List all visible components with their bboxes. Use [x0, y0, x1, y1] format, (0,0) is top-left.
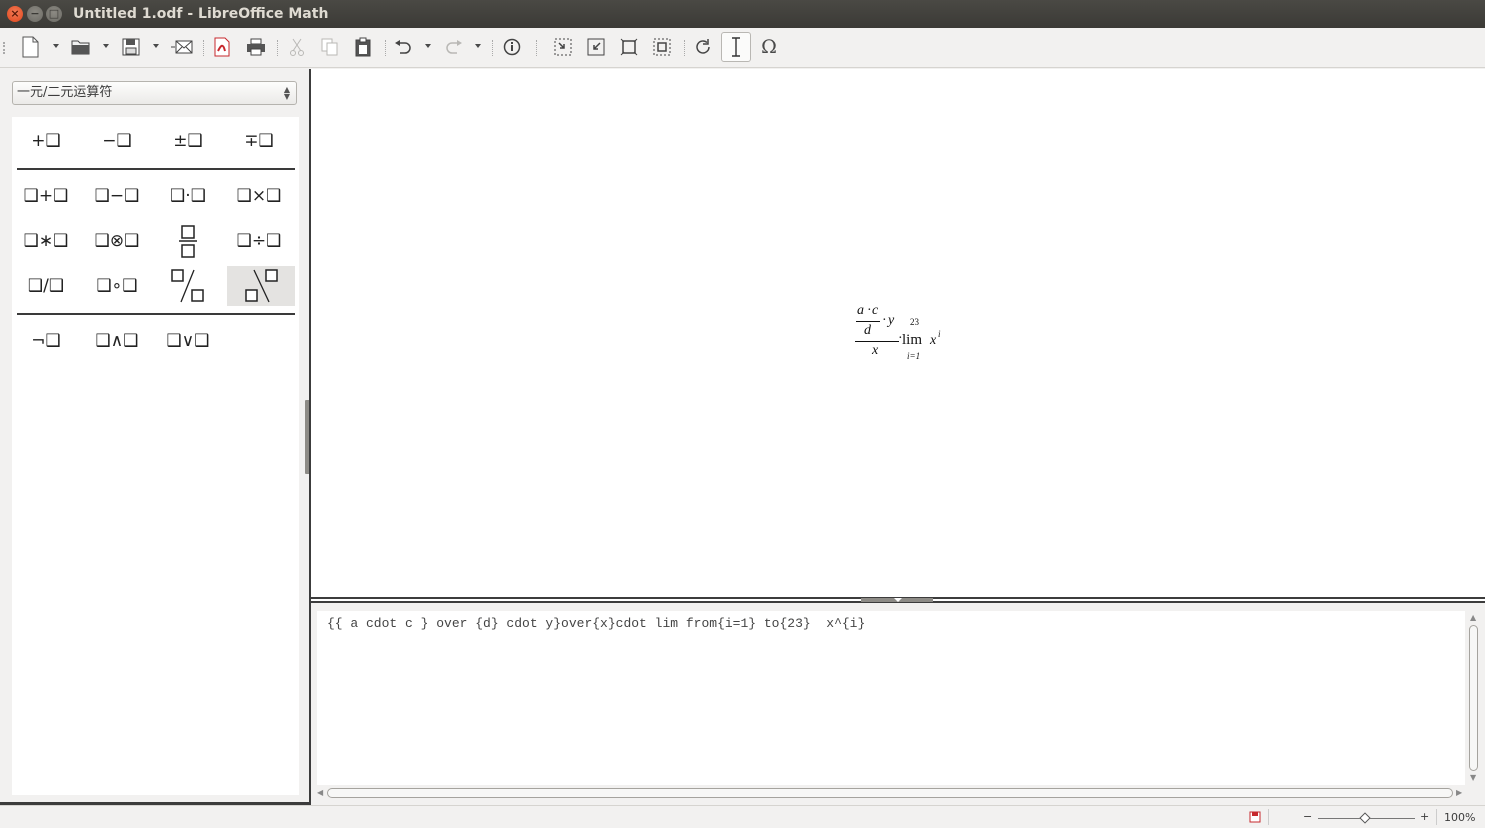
scroll-up-icon[interactable]: ▲ [1470, 613, 1476, 622]
elements-panel: +❑ −❑ ±❑ ∓❑ ❑+❑ ❑−❑ ❑·❑ ❑×❑ ❑∗❑ ❑⊗❑ ❑÷❑ … [12, 117, 299, 795]
element-otimes[interactable]: ❑⊗❑ [83, 221, 151, 261]
scroll-left-icon[interactable]: ◀ [317, 788, 323, 797]
formula-var-a: a [857, 303, 864, 318]
outer-fraction-bar [855, 341, 899, 342]
element-fraction[interactable] [154, 221, 222, 261]
open-dropdown-icon[interactable] [103, 44, 109, 48]
toolbar-separator [277, 40, 278, 56]
divider [17, 168, 295, 170]
scroll-down-icon[interactable]: ▼ [1470, 773, 1476, 782]
copy-icon[interactable] [318, 35, 342, 59]
element-category-value: 一元/二元运算符 [17, 85, 113, 100]
rendered-formula: a · c d · y x · 23 lim i=1 x i [311, 69, 1485, 597]
close-window-icon[interactable]: × [7, 6, 23, 22]
element-widebslash[interactable] [227, 266, 295, 306]
element-minus-plus[interactable]: ∓❑ [225, 121, 293, 161]
formula-var-d: d [864, 323, 871, 338]
status-separator [1436, 809, 1437, 825]
export-pdf-icon[interactable] [210, 35, 234, 59]
formula-preview[interactable]: a · c d · y x · 23 lim i=1 x i [311, 69, 1485, 597]
status-bar: − + 100% [0, 805, 1485, 828]
cut-icon[interactable] [285, 35, 309, 59]
paste-icon[interactable] [351, 35, 375, 59]
divider [17, 313, 295, 315]
formula-var-x: x [930, 333, 937, 348]
save-icon[interactable] [119, 35, 143, 59]
element-slash[interactable]: ❑/❑ [12, 266, 80, 306]
element-wideslash[interactable] [154, 266, 222, 306]
formula-var-c: c [872, 303, 879, 318]
formula-exponent: i [938, 329, 941, 339]
undo-icon[interactable] [391, 35, 415, 59]
element-minus[interactable]: −❑ [83, 121, 151, 161]
scrollbar-track[interactable] [1469, 625, 1478, 771]
zoom-out-icon[interactable] [584, 35, 608, 59]
info-icon[interactable] [500, 35, 524, 59]
element-category-select[interactable]: 一元/二元运算符 ▲ ▼ [12, 81, 297, 105]
save-dropdown-icon[interactable] [153, 44, 159, 48]
omega-icon[interactable]: Ω [757, 35, 781, 59]
chevron-updown-icon: ▲ ▼ [283, 85, 290, 101]
redo-dropdown-icon[interactable] [475, 44, 481, 48]
element-asterisk[interactable]: ❑∗❑ [12, 221, 80, 261]
formula-cdot: · [867, 303, 872, 318]
formula-command-editor[interactable]: {{ a cdot c } over {d} cdot y}over{x}cdo… [317, 611, 1465, 785]
email-icon[interactable] [170, 35, 194, 59]
element-cdot[interactable]: ❑·❑ [154, 176, 222, 216]
element-and[interactable]: ❑∧❑ [83, 321, 151, 361]
formula-cdot: · [882, 313, 887, 328]
show-all-icon[interactable] [617, 35, 641, 59]
title-bar: × − □ Untitled 1.odf - LibreOffice Math [0, 0, 1485, 28]
vertical-scrollbar[interactable]: ▲ ▼ [1466, 611, 1481, 785]
print-icon[interactable] [244, 35, 268, 59]
commands-window: {{ a cdot c } over {d} cdot y}over{x}cdo… [311, 603, 1485, 802]
toolbar-separator [203, 40, 204, 56]
formula-upper-limit: 23 [910, 317, 919, 327]
element-subtraction[interactable]: ❑−❑ [83, 176, 151, 216]
minimize-window-icon[interactable]: − [27, 6, 43, 22]
scrollbar-track[interactable] [327, 788, 1453, 798]
maximize-window-icon[interactable]: □ [46, 6, 62, 22]
formula-lim: lim [902, 332, 923, 348]
new-dropdown-icon[interactable] [53, 44, 59, 48]
window-title: Untitled 1.odf - LibreOffice Math [73, 6, 329, 22]
toolbar-separator [684, 40, 685, 56]
elements-pane: 一元/二元运算符 ▲ ▼ +❑ −❑ ±❑ ∓❑ ❑+❑ ❑−❑ ❑·❑ ❑×❑ … [0, 69, 306, 805]
zoom-100-icon[interactable] [650, 35, 674, 59]
element-or[interactable]: ❑∨❑ [154, 321, 222, 361]
horizontal-scrollbar[interactable]: ◀ ▶ [317, 787, 1465, 799]
element-addition[interactable]: ❑+❑ [12, 176, 80, 216]
zoom-in-icon[interactable] [551, 35, 575, 59]
status-separator [1268, 809, 1269, 825]
zoom-slider-handle[interactable] [1359, 812, 1371, 824]
open-folder-icon[interactable] [69, 35, 93, 59]
element-times[interactable]: ❑×❑ [225, 176, 293, 216]
element-circ[interactable]: ❑∘❑ [83, 266, 151, 306]
element-neg[interactable]: ¬❑ [12, 321, 80, 361]
update-icon[interactable] [691, 35, 715, 59]
formula-var-x: x [872, 343, 879, 358]
toolbar-separator [385, 40, 386, 56]
scroll-right-icon[interactable]: ▶ [1456, 788, 1462, 797]
standard-toolbar: Ω [0, 28, 1485, 68]
formula-var-y: y [888, 313, 895, 328]
formula-lower-limit: i=1 [907, 351, 921, 361]
new-document-icon[interactable] [18, 35, 42, 59]
undo-dropdown-icon[interactable] [425, 44, 431, 48]
zoom-level[interactable]: 100% [1444, 811, 1475, 824]
element-plus-minus[interactable]: ±❑ [154, 121, 222, 161]
toolbar-separator [536, 40, 537, 56]
zoom-out-button[interactable]: − [1303, 810, 1312, 823]
toolbar-grip[interactable] [3, 42, 6, 54]
element-plus[interactable]: +❑ [12, 121, 80, 161]
collapse-arrow-icon[interactable] [894, 598, 902, 602]
document-modified-icon[interactable] [1249, 811, 1261, 826]
zoom-in-button[interactable]: + [1420, 810, 1429, 823]
formula-cursor-icon[interactable] [721, 32, 751, 62]
toolbar-separator [492, 40, 493, 56]
inner-fraction-bar [856, 321, 880, 322]
redo-icon[interactable] [442, 35, 466, 59]
element-division[interactable]: ❑÷❑ [225, 221, 293, 261]
